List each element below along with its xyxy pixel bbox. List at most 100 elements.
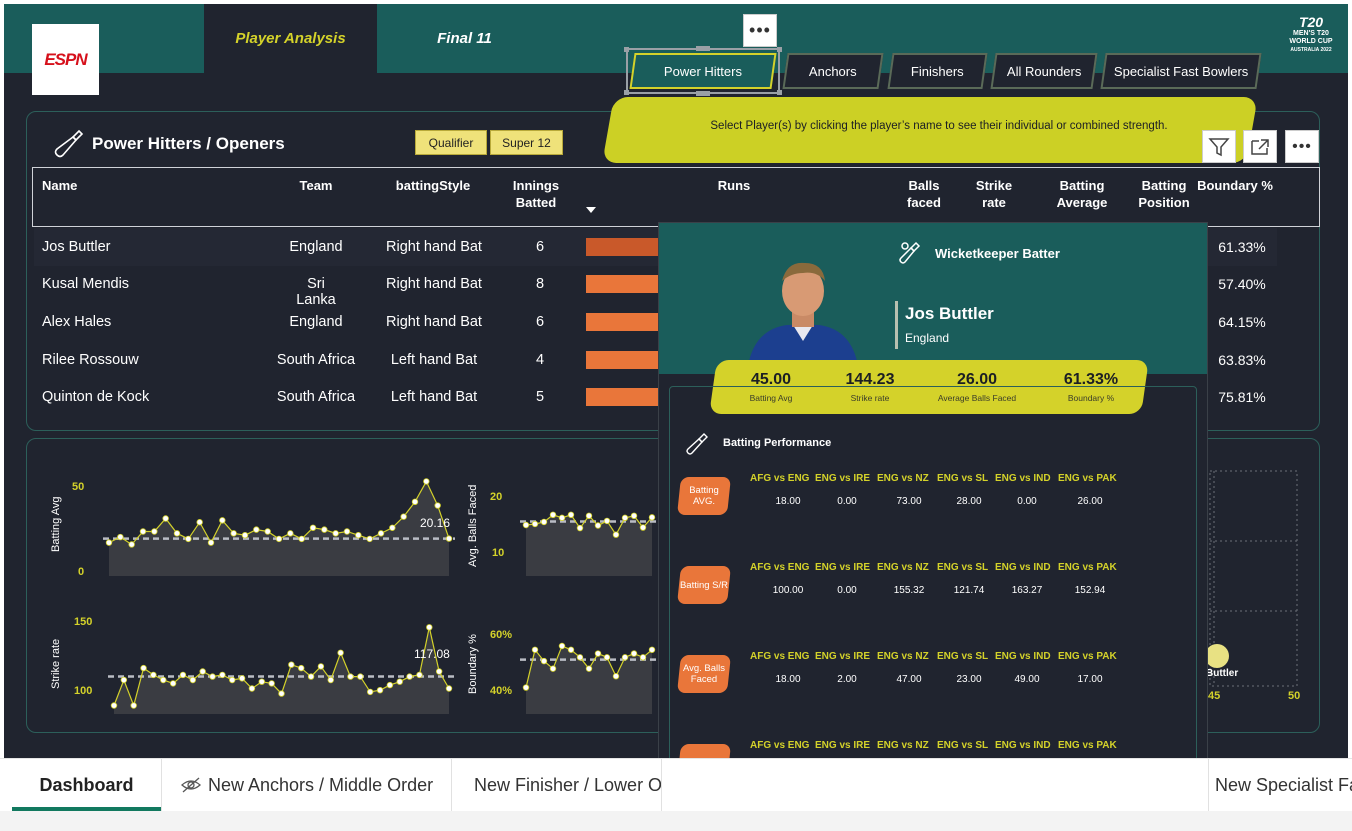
data-point[interactable] xyxy=(268,680,275,687)
data-point[interactable] xyxy=(207,539,215,546)
data-point[interactable] xyxy=(377,530,385,537)
focus-mode-button[interactable] xyxy=(1243,130,1277,163)
data-point[interactable] xyxy=(576,654,584,661)
data-point[interactable] xyxy=(321,526,328,533)
data-point[interactable] xyxy=(639,654,647,661)
col-team[interactable]: Team xyxy=(286,177,346,194)
data-point[interactable] xyxy=(585,665,593,672)
data-point[interactable] xyxy=(426,624,433,631)
data-point[interactable] xyxy=(199,668,206,675)
data-point[interactable] xyxy=(389,524,396,531)
data-point[interactable] xyxy=(621,654,629,661)
data-point[interactable] xyxy=(278,690,285,697)
data-point[interactable] xyxy=(435,668,443,675)
tab-dashboard[interactable]: Dashboard xyxy=(12,759,162,811)
data-point[interactable] xyxy=(549,511,557,518)
nav-tab-final-11[interactable]: Final 11 xyxy=(377,4,552,73)
data-point[interactable] xyxy=(416,671,423,679)
data-point[interactable] xyxy=(298,535,305,543)
data-point[interactable] xyxy=(612,531,620,538)
data-point[interactable] xyxy=(332,530,339,537)
data-point[interactable] xyxy=(540,518,548,526)
data-point[interactable] xyxy=(327,676,334,684)
data-point[interactable] xyxy=(229,676,236,684)
data-point[interactable] xyxy=(151,528,158,535)
data-point[interactable] xyxy=(531,646,539,653)
data-point[interactable] xyxy=(130,702,137,709)
data-point[interactable] xyxy=(139,528,147,535)
data-point[interactable] xyxy=(540,657,548,665)
data-point[interactable] xyxy=(386,681,394,689)
data-point[interactable] xyxy=(594,522,602,529)
data-point[interactable] xyxy=(639,524,647,531)
data-point[interactable] xyxy=(648,646,656,653)
pill-all-rounders[interactable]: All Rounders xyxy=(990,53,1098,89)
data-point[interactable] xyxy=(219,671,226,679)
chip-super-12[interactable]: Super 12 xyxy=(490,130,563,155)
data-point[interactable] xyxy=(445,535,453,542)
data-point[interactable] xyxy=(603,654,611,661)
data-point[interactable] xyxy=(230,530,237,537)
data-point[interactable] xyxy=(585,512,593,520)
data-point[interactable] xyxy=(110,702,118,709)
data-point[interactable] xyxy=(307,673,315,680)
data-point[interactable] xyxy=(298,664,305,672)
scatter-point[interactable] xyxy=(1205,644,1229,668)
data-point[interactable] xyxy=(288,661,295,668)
data-point[interactable] xyxy=(238,675,246,682)
data-point[interactable] xyxy=(309,524,317,531)
data-point[interactable] xyxy=(317,663,325,670)
col-strike-rate[interactable]: Strike rate xyxy=(966,177,1022,211)
data-point[interactable] xyxy=(347,673,354,680)
visual-more-options-button[interactable]: ••• xyxy=(743,14,777,47)
data-point[interactable] xyxy=(179,671,187,679)
data-point[interactable] xyxy=(140,664,147,672)
data-point[interactable] xyxy=(355,531,362,539)
data-point[interactable] xyxy=(522,684,530,691)
data-point[interactable] xyxy=(423,478,430,485)
col-name[interactable]: Name xyxy=(42,177,77,194)
data-point[interactable] xyxy=(549,665,557,672)
col-innings[interactable]: Innings Batted xyxy=(504,177,568,211)
data-point[interactable] xyxy=(567,646,575,653)
tab-new-anchors[interactable]: New Anchors / Middle Order xyxy=(162,759,452,811)
data-point[interactable] xyxy=(366,535,373,543)
data-point[interactable] xyxy=(648,514,656,521)
col-batting-style[interactable]: battingStyle xyxy=(389,177,477,194)
data-point[interactable] xyxy=(621,514,629,522)
player-name[interactable]: Kusal Mendis xyxy=(42,276,129,292)
data-point[interactable] xyxy=(396,678,403,685)
tab-new-specialist[interactable]: New Specialist Fast Bowlers xyxy=(1208,759,1352,811)
data-point[interactable] xyxy=(411,498,419,506)
player-name[interactable]: Jos Buttler xyxy=(42,239,111,255)
data-point[interactable] xyxy=(169,680,177,687)
data-point[interactable] xyxy=(150,671,157,679)
data-point[interactable] xyxy=(400,513,407,520)
data-point[interactable] xyxy=(376,686,384,694)
data-point[interactable] xyxy=(594,650,602,657)
data-point[interactable] xyxy=(406,673,413,680)
data-point[interactable] xyxy=(196,519,203,526)
data-point[interactable] xyxy=(343,528,351,535)
data-point[interactable] xyxy=(160,676,167,684)
chip-qualifier[interactable]: Qualifier xyxy=(415,130,487,155)
player-name[interactable]: Rilee Rossouw xyxy=(42,352,139,368)
data-point[interactable] xyxy=(253,526,260,533)
nav-tab-player-analysis[interactable]: Player Analysis xyxy=(204,4,377,73)
data-point[interactable] xyxy=(264,528,271,535)
data-point[interactable] xyxy=(128,541,135,548)
col-batting-position[interactable]: Batting Position xyxy=(1132,177,1196,211)
player-name[interactable]: Quinton de Kock xyxy=(42,389,149,405)
data-point[interactable] xyxy=(173,530,181,537)
data-point[interactable] xyxy=(185,535,192,543)
pill-finishers[interactable]: Finishers xyxy=(887,53,988,89)
data-point[interactable] xyxy=(366,688,374,696)
col-batting-average[interactable]: Batting Average xyxy=(1047,177,1117,211)
data-point[interactable] xyxy=(612,673,620,680)
data-point[interactable] xyxy=(209,673,216,680)
col-boundary[interactable]: Boundary % xyxy=(1196,177,1274,194)
data-point[interactable] xyxy=(275,535,283,543)
data-point[interactable] xyxy=(117,533,124,541)
data-point[interactable] xyxy=(241,531,249,539)
data-point[interactable] xyxy=(522,521,530,529)
